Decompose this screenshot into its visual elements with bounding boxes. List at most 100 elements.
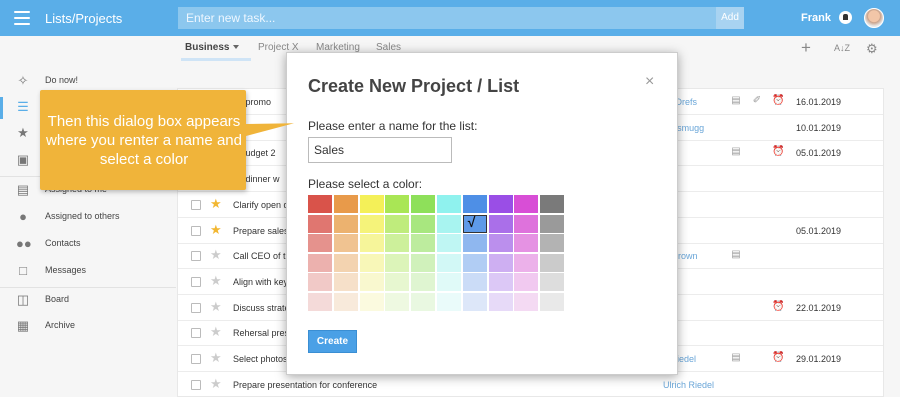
color-swatch[interactable] <box>385 195 410 213</box>
color-swatch[interactable] <box>437 234 461 252</box>
sidebar-item-archive[interactable]: ▦ Archive <box>0 316 176 338</box>
color-swatch[interactable] <box>488 214 513 233</box>
task-assignee[interactable]: Ulrich Riedel <box>663 380 714 390</box>
color-swatch[interactable] <box>333 273 358 291</box>
color-swatch[interactable] <box>333 253 358 272</box>
color-swatch[interactable] <box>540 214 565 233</box>
color-swatch[interactable] <box>488 195 513 213</box>
document-icon[interactable]: ▤ <box>731 352 741 364</box>
new-task-input[interactable] <box>178 7 718 29</box>
color-swatch[interactable] <box>514 195 539 213</box>
document-icon[interactable]: ▤ <box>731 95 741 107</box>
color-swatch[interactable] <box>462 253 487 272</box>
color-swatch[interactable] <box>359 195 384 213</box>
user-name[interactable]: Frank <box>801 12 831 24</box>
close-icon[interactable]: × <box>645 73 654 91</box>
task-checkbox[interactable] <box>191 328 201 339</box>
color-swatch[interactable] <box>540 253 565 272</box>
star-icon[interactable]: ★ <box>210 376 222 391</box>
task-title[interactable]: Align with key <box>233 277 288 287</box>
task-checkbox[interactable] <box>191 276 201 287</box>
task-title[interactable]: Select photos <box>233 354 288 364</box>
menu-icon[interactable] <box>14 11 30 25</box>
sidebar-item-contacts[interactable]: ●● Contacts <box>0 234 176 256</box>
star-icon[interactable]: ★ <box>210 222 222 237</box>
color-swatch[interactable] <box>540 195 565 213</box>
color-swatch[interactable] <box>462 234 487 252</box>
add-icon[interactable]: + <box>801 38 811 58</box>
document-icon[interactable]: ▤ <box>731 249 741 261</box>
sort-az-icon[interactable]: A↓Z <box>834 43 850 53</box>
task-title[interactable]: Prepare presentation for conference <box>233 380 377 390</box>
color-swatch[interactable] <box>437 214 461 233</box>
star-icon[interactable]: ★ <box>210 299 222 314</box>
color-swatch[interactable] <box>488 234 513 252</box>
color-swatch[interactable] <box>462 273 487 291</box>
color-swatch[interactable] <box>437 273 461 291</box>
sidebar-item-assigned-to-others[interactable]: ● Assigned to others <box>0 207 176 229</box>
color-swatch[interactable] <box>359 292 384 311</box>
star-icon[interactable]: ★ <box>210 351 222 365</box>
color-swatch[interactable] <box>488 292 513 311</box>
gear-icon[interactable]: ⚙ <box>866 41 878 57</box>
tab-business[interactable]: Business <box>185 42 240 53</box>
task-title[interactable]: Clarify open q <box>233 200 289 210</box>
task-checkbox[interactable] <box>191 379 201 390</box>
color-swatch[interactable] <box>385 292 410 311</box>
color-swatch[interactable] <box>540 292 565 311</box>
color-swatch[interactable] <box>411 273 436 291</box>
color-swatch[interactable] <box>359 214 384 233</box>
color-swatch[interactable] <box>514 214 539 233</box>
color-swatch[interactable] <box>437 292 461 311</box>
color-swatch[interactable] <box>308 195 332 213</box>
task-checkbox[interactable] <box>191 354 201 364</box>
color-swatch[interactable] <box>462 292 487 311</box>
sidebar-item-board[interactable]: ◫ Board <box>0 290 176 312</box>
color-swatch[interactable] <box>308 273 332 291</box>
color-swatch[interactable] <box>488 253 513 272</box>
alarm-icon[interactable]: ⏰ <box>772 95 784 107</box>
color-swatch[interactable] <box>514 234 539 252</box>
color-swatch[interactable] <box>411 292 436 311</box>
notification-icon[interactable] <box>839 11 852 24</box>
color-swatch[interactable] <box>333 292 358 311</box>
color-swatch[interactable] <box>333 195 358 213</box>
color-swatch[interactable] <box>437 253 461 272</box>
task-title[interactable]: Rehersal pres <box>233 328 289 338</box>
star-icon[interactable]: ★ <box>210 248 222 262</box>
color-swatch[interactable] <box>411 214 436 233</box>
task-title[interactable]: Discuss strate <box>233 303 290 313</box>
app-title[interactable]: Lists/Projects <box>45 11 122 26</box>
task-checkbox[interactable] <box>191 251 201 262</box>
color-swatch[interactable] <box>385 253 410 272</box>
color-swatch[interactable] <box>385 273 410 291</box>
color-swatch[interactable] <box>359 253 384 272</box>
color-swatch[interactable] <box>385 214 410 233</box>
color-swatch[interactable] <box>514 253 539 272</box>
star-icon[interactable]: ★ <box>210 196 222 211</box>
table-row[interactable]: ★ Prepare presentation for conference Ulri… <box>178 372 883 397</box>
create-button[interactable]: Create <box>308 330 357 353</box>
document-icon[interactable]: ▤ <box>731 146 741 158</box>
color-swatch[interactable] <box>333 214 358 233</box>
task-checkbox[interactable] <box>191 302 201 313</box>
star-icon[interactable]: ★ <box>210 273 222 288</box>
alarm-icon[interactable]: ⏰ <box>772 352 784 364</box>
color-swatch[interactable] <box>514 292 539 311</box>
paperclip-icon[interactable]: ✐ <box>752 95 762 107</box>
task-checkbox[interactable] <box>191 225 201 236</box>
color-swatch[interactable] <box>437 195 461 213</box>
color-swatch[interactable] <box>411 253 436 272</box>
color-swatch[interactable] <box>411 195 436 213</box>
alarm-icon[interactable]: ⏰ <box>772 146 784 158</box>
color-swatch[interactable] <box>359 234 384 252</box>
color-swatch[interactable] <box>514 273 539 291</box>
task-checkbox[interactable] <box>191 199 201 210</box>
color-swatch[interactable] <box>333 234 358 252</box>
star-icon[interactable]: ★ <box>210 325 222 339</box>
avatar[interactable] <box>864 8 884 28</box>
color-swatch[interactable] <box>308 292 332 311</box>
color-swatch[interactable] <box>308 234 332 252</box>
color-swatch[interactable] <box>359 273 384 291</box>
sidebar-item-messages[interactable]: □ Messages <box>0 261 176 283</box>
